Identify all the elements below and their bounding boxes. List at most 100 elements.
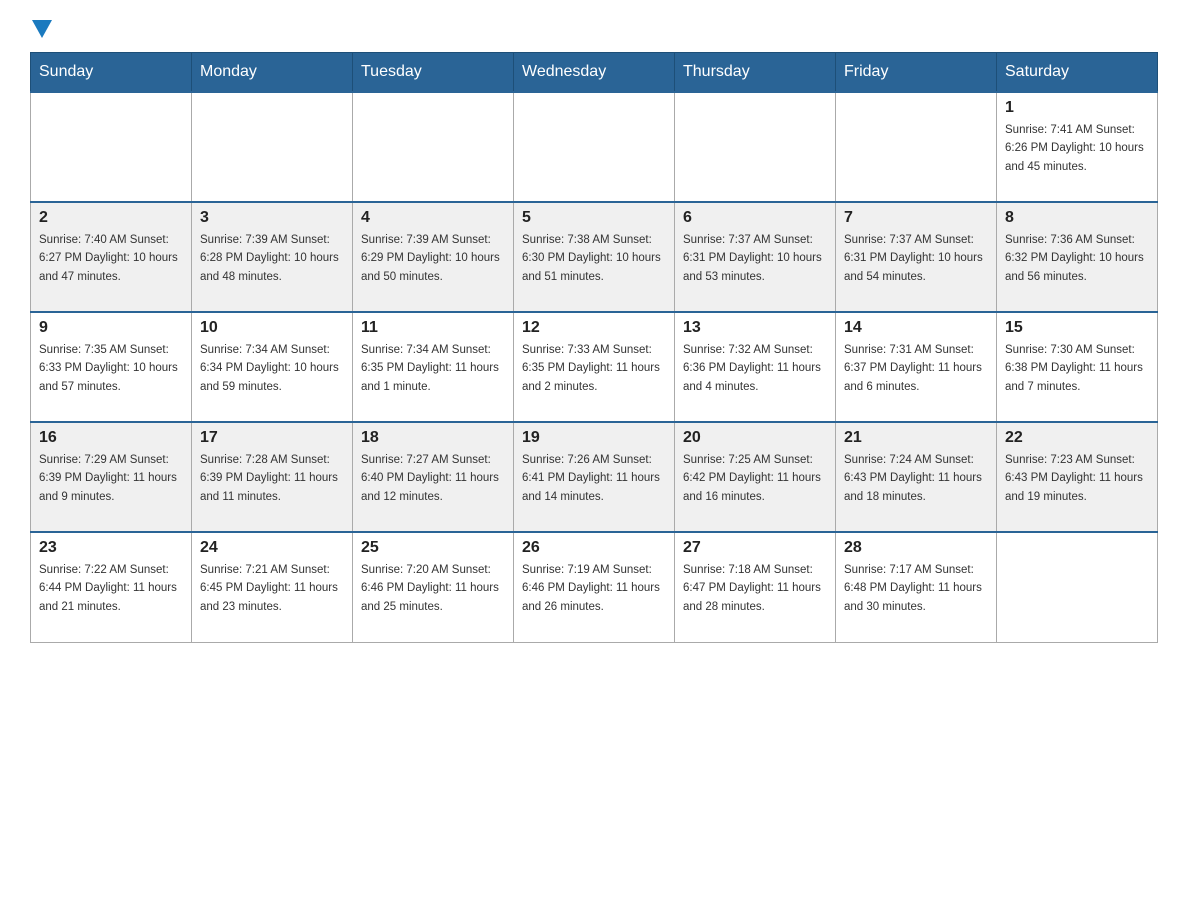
calendar-cell: 3 Sunrise: 7:39 AM Sunset: 6:28 PM Daylig… [192, 202, 353, 312]
day-number: 11 [361, 319, 505, 337]
page-header [30, 20, 1158, 34]
weekday-header-tuesday: Tuesday [353, 53, 514, 93]
calendar-cell: 9Sunrise: 7:35 AM Sunset: 6:33 PM Daylig… [31, 312, 192, 422]
day-info: Sunrise: 7:32 AM Sunset: 6:36 PM Dayligh… [683, 341, 827, 396]
calendar-cell [836, 92, 997, 202]
day-info: Sunrise: 7:20 AM Sunset: 6:46 PM Dayligh… [361, 561, 505, 616]
day-info: Sunrise: 7:18 AM Sunset: 6:47 PM Dayligh… [683, 561, 827, 616]
weekday-header-row: SundayMondayTuesdayWednesdayThursdayFrid… [31, 53, 1158, 93]
day-info: Sunrise: 7:37 AM Sunset: 6:31 PM Dayligh… [683, 231, 827, 286]
day-number: 20 [683, 429, 827, 447]
day-info: Sunrise: 7:23 AM Sunset: 6:43 PM Dayligh… [1005, 451, 1149, 506]
day-number: 15 [1005, 319, 1149, 337]
week-row-5: 23 Sunrise: 7:22 AM Sunset: 6:44 PM Dayli… [31, 532, 1158, 642]
day-info: Sunrise: 7:28 AM Sunset: 6:39 PM Dayligh… [200, 451, 344, 506]
week-row-2: 2 Sunrise: 7:40 AM Sunset: 6:27 PM Daylig… [31, 202, 1158, 312]
day-number: 2 [39, 209, 183, 227]
calendar-cell [997, 532, 1158, 642]
day-number: 21 [844, 429, 988, 447]
day-number: 28 [844, 539, 988, 557]
day-info: Sunrise: 7:39 AM Sunset: 6:28 PM Dayligh… [200, 231, 344, 286]
day-number: 8 [1005, 209, 1149, 227]
calendar-cell: 10 Sunrise: 7:34 AM Sunset: 6:34 PM Dayli… [192, 312, 353, 422]
calendar-cell: 7Sunrise: 7:37 AM Sunset: 6:31 PM Daylig… [836, 202, 997, 312]
weekday-header-wednesday: Wednesday [514, 53, 675, 93]
day-info: Sunrise: 7:25 AM Sunset: 6:42 PM Dayligh… [683, 451, 827, 506]
day-number: 5 [522, 209, 666, 227]
calendar-cell: 21 Sunrise: 7:24 AM Sunset: 6:43 PM Dayli… [836, 422, 997, 532]
calendar-cell: 23 Sunrise: 7:22 AM Sunset: 6:44 PM Dayli… [31, 532, 192, 642]
calendar-cell: 12 Sunrise: 7:33 AM Sunset: 6:35 PM Dayli… [514, 312, 675, 422]
calendar-cell: 6 Sunrise: 7:37 AM Sunset: 6:31 PM Daylig… [675, 202, 836, 312]
calendar-cell: 20 Sunrise: 7:25 AM Sunset: 6:42 PM Dayli… [675, 422, 836, 532]
weekday-header-monday: Monday [192, 53, 353, 93]
day-info: Sunrise: 7:39 AM Sunset: 6:29 PM Dayligh… [361, 231, 505, 286]
day-number: 25 [361, 539, 505, 557]
calendar-cell: 19 Sunrise: 7:26 AM Sunset: 6:41 PM Dayli… [514, 422, 675, 532]
calendar-cell: 22 Sunrise: 7:23 AM Sunset: 6:43 PM Dayli… [997, 422, 1158, 532]
day-number: 12 [522, 319, 666, 337]
day-info: Sunrise: 7:41 AM Sunset: 6:26 PM Dayligh… [1005, 121, 1149, 176]
weekday-header-sunday: Sunday [31, 53, 192, 93]
calendar-cell [514, 92, 675, 202]
weekday-header-friday: Friday [836, 53, 997, 93]
calendar-cell: 1 Sunrise: 7:41 AM Sunset: 6:26 PM Daylig… [997, 92, 1158, 202]
calendar-cell: 2 Sunrise: 7:40 AM Sunset: 6:27 PM Daylig… [31, 202, 192, 312]
day-info: Sunrise: 7:36 AM Sunset: 6:32 PM Dayligh… [1005, 231, 1149, 286]
day-info: Sunrise: 7:17 AM Sunset: 6:48 PM Dayligh… [844, 561, 988, 616]
day-number: 14 [844, 319, 988, 337]
day-number: 24 [200, 539, 344, 557]
weekday-header-saturday: Saturday [997, 53, 1158, 93]
day-number: 10 [200, 319, 344, 337]
day-number: 19 [522, 429, 666, 447]
day-info: Sunrise: 7:22 AM Sunset: 6:44 PM Dayligh… [39, 561, 183, 616]
week-row-3: 9Sunrise: 7:35 AM Sunset: 6:33 PM Daylig… [31, 312, 1158, 422]
day-info: Sunrise: 7:30 AM Sunset: 6:38 PM Dayligh… [1005, 341, 1149, 396]
day-info: Sunrise: 7:34 AM Sunset: 6:35 PM Dayligh… [361, 341, 505, 396]
day-number: 6 [683, 209, 827, 227]
week-row-4: 16 Sunrise: 7:29 AM Sunset: 6:39 PM Dayli… [31, 422, 1158, 532]
day-number: 27 [683, 539, 827, 557]
calendar-cell: 16 Sunrise: 7:29 AM Sunset: 6:39 PM Dayli… [31, 422, 192, 532]
calendar-cell: 17 Sunrise: 7:28 AM Sunset: 6:39 PM Dayli… [192, 422, 353, 532]
calendar-cell: 13 Sunrise: 7:32 AM Sunset: 6:36 PM Dayli… [675, 312, 836, 422]
day-number: 16 [39, 429, 183, 447]
day-info: Sunrise: 7:26 AM Sunset: 6:41 PM Dayligh… [522, 451, 666, 506]
calendar-cell [31, 92, 192, 202]
day-number: 9 [39, 319, 183, 337]
day-number: 3 [200, 209, 344, 227]
day-number: 26 [522, 539, 666, 557]
day-info: Sunrise: 7:19 AM Sunset: 6:46 PM Dayligh… [522, 561, 666, 616]
day-info: Sunrise: 7:31 AM Sunset: 6:37 PM Dayligh… [844, 341, 988, 396]
calendar-cell: 24Sunrise: 7:21 AM Sunset: 6:45 PM Dayli… [192, 532, 353, 642]
day-info: Sunrise: 7:24 AM Sunset: 6:43 PM Dayligh… [844, 451, 988, 506]
calendar-table: SundayMondayTuesdayWednesdayThursdayFrid… [30, 52, 1158, 643]
day-info: Sunrise: 7:33 AM Sunset: 6:35 PM Dayligh… [522, 341, 666, 396]
day-number: 13 [683, 319, 827, 337]
day-number: 1 [1005, 99, 1149, 117]
calendar-cell: 18 Sunrise: 7:27 AM Sunset: 6:40 PM Dayli… [353, 422, 514, 532]
calendar-cell: 5 Sunrise: 7:38 AM Sunset: 6:30 PM Daylig… [514, 202, 675, 312]
logo-triangle-icon [32, 20, 52, 38]
calendar-cell: 8 Sunrise: 7:36 AM Sunset: 6:32 PM Daylig… [997, 202, 1158, 312]
day-number: 18 [361, 429, 505, 447]
day-info: Sunrise: 7:34 AM Sunset: 6:34 PM Dayligh… [200, 341, 344, 396]
day-info: Sunrise: 7:29 AM Sunset: 6:39 PM Dayligh… [39, 451, 183, 506]
calendar-cell [675, 92, 836, 202]
calendar-cell: 27 Sunrise: 7:18 AM Sunset: 6:47 PM Dayli… [675, 532, 836, 642]
day-info: Sunrise: 7:27 AM Sunset: 6:40 PM Dayligh… [361, 451, 505, 506]
calendar-cell: 4 Sunrise: 7:39 AM Sunset: 6:29 PM Daylig… [353, 202, 514, 312]
day-number: 4 [361, 209, 505, 227]
calendar-cell: 25 Sunrise: 7:20 AM Sunset: 6:46 PM Dayli… [353, 532, 514, 642]
weekday-header-thursday: Thursday [675, 53, 836, 93]
calendar-cell: 11 Sunrise: 7:34 AM Sunset: 6:35 PM Dayli… [353, 312, 514, 422]
logo [30, 20, 54, 34]
day-number: 17 [200, 429, 344, 447]
calendar-cell: 28 Sunrise: 7:17 AM Sunset: 6:48 PM Dayli… [836, 532, 997, 642]
day-info: Sunrise: 7:40 AM Sunset: 6:27 PM Dayligh… [39, 231, 183, 286]
day-info: Sunrise: 7:38 AM Sunset: 6:30 PM Dayligh… [522, 231, 666, 286]
day-info: Sunrise: 7:37 AM Sunset: 6:31 PM Dayligh… [844, 231, 988, 286]
day-number: 23 [39, 539, 183, 557]
day-number: 22 [1005, 429, 1149, 447]
calendar-cell [192, 92, 353, 202]
